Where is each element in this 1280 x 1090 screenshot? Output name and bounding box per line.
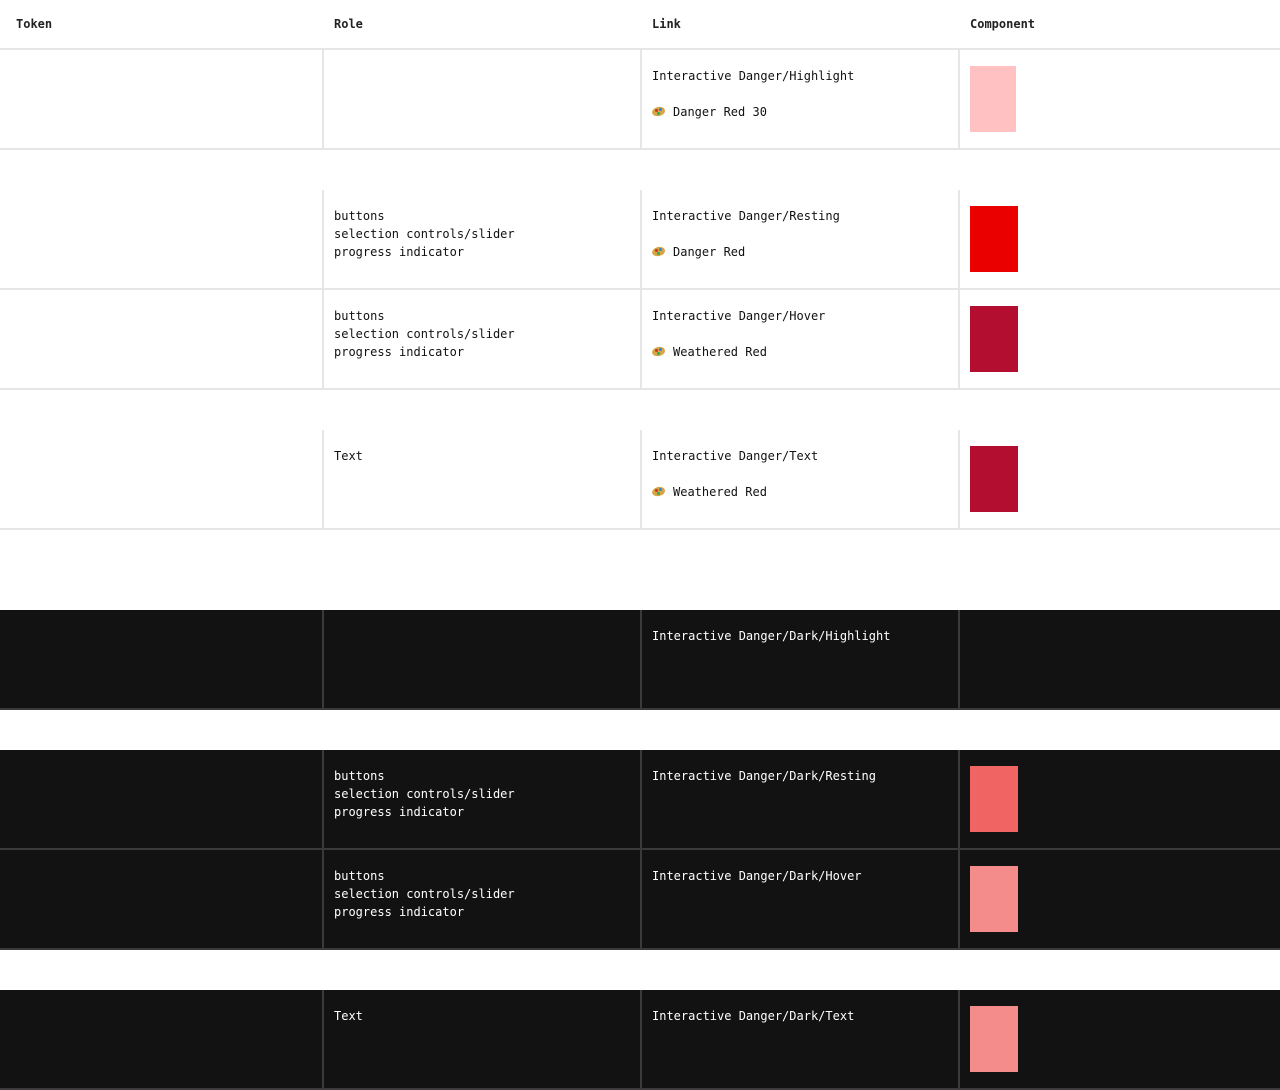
role-cell bbox=[322, 610, 640, 708]
role-text: buttons selection controls/slider progre… bbox=[334, 309, 515, 359]
header-role: Role bbox=[334, 17, 363, 31]
link-token-name: Interactive Danger/Dark/Resting bbox=[652, 769, 876, 783]
component-cell bbox=[958, 610, 1280, 708]
token-cell bbox=[0, 290, 322, 388]
color-swatch bbox=[970, 446, 1018, 512]
header-link: Link bbox=[652, 17, 681, 31]
role-text: Text bbox=[334, 1009, 363, 1023]
palette-icon bbox=[651, 245, 666, 258]
link-cell: Interactive Danger/Dark/Resting bbox=[640, 750, 958, 848]
component-cell bbox=[958, 290, 1280, 388]
link-token-name: Interactive Danger/Dark/Hover bbox=[652, 869, 862, 883]
table-row: Interactive Danger/Dark/Highlight bbox=[0, 610, 1280, 710]
link-token-name: Interactive Danger/Dark/Highlight bbox=[652, 629, 891, 643]
role-cell: buttons selection controls/slider progre… bbox=[322, 190, 640, 288]
link-reference-label: Danger Red bbox=[673, 245, 746, 259]
table-row: buttons selection controls/slider progre… bbox=[0, 750, 1280, 850]
role-cell: buttons selection controls/slider progre… bbox=[322, 850, 640, 948]
link-reference: Danger Red 30 bbox=[651, 103, 767, 121]
link-token-name: Interactive Danger/Text bbox=[652, 449, 819, 463]
header-token: Token bbox=[16, 17, 53, 31]
link-reference-label: Weathered Red bbox=[673, 485, 767, 499]
link-cell: Interactive Danger/Dark/Hover bbox=[640, 850, 958, 948]
role-cell bbox=[322, 50, 640, 148]
table-row: Interactive Danger/Highlight Danger Red … bbox=[0, 50, 1280, 150]
color-swatch bbox=[970, 766, 1018, 832]
token-cell bbox=[0, 990, 322, 1088]
table-row: buttons selection controls/slider progre… bbox=[0, 850, 1280, 950]
link-token-name: Interactive Danger/Hover bbox=[652, 309, 826, 323]
token-cell bbox=[0, 190, 322, 288]
link-reference: Weathered Red bbox=[651, 343, 767, 361]
color-swatch bbox=[970, 866, 1018, 932]
token-cell bbox=[0, 50, 322, 148]
role-text: Text bbox=[334, 449, 363, 463]
role-text: buttons selection controls/slider progre… bbox=[334, 209, 515, 259]
link-reference: Danger Red bbox=[651, 243, 746, 261]
link-reference-label: Danger Red 30 bbox=[673, 105, 767, 119]
token-cell bbox=[0, 430, 322, 528]
token-table: Token Role Link Component Interactive Da… bbox=[0, 0, 1280, 1090]
token-cell bbox=[0, 850, 322, 948]
color-swatch bbox=[970, 1006, 1018, 1072]
link-token-name: Interactive Danger/Highlight bbox=[652, 69, 855, 83]
color-swatch bbox=[970, 206, 1018, 272]
link-cell: Interactive Danger/Dark/Text bbox=[640, 990, 958, 1088]
component-cell bbox=[958, 190, 1280, 288]
link-cell: Interactive Danger/Dark/Highlight bbox=[640, 610, 958, 708]
link-reference: Weathered Red bbox=[651, 483, 767, 501]
table-row: buttons selection controls/slider progre… bbox=[0, 290, 1280, 390]
component-cell bbox=[958, 50, 1280, 148]
table-row: Text Interactive Danger/Dark/Text bbox=[0, 990, 1280, 1090]
component-cell bbox=[958, 850, 1280, 948]
role-text: buttons selection controls/slider progre… bbox=[334, 769, 515, 819]
role-cell: Text bbox=[322, 990, 640, 1088]
link-reference-label: Weathered Red bbox=[673, 345, 767, 359]
table-row: Text Interactive Danger/Text Weathered R… bbox=[0, 430, 1280, 530]
palette-icon bbox=[651, 105, 666, 118]
component-cell bbox=[958, 430, 1280, 528]
palette-icon bbox=[651, 345, 666, 358]
color-swatch bbox=[970, 66, 1016, 132]
link-cell: Interactive Danger/Resting Danger Red bbox=[640, 190, 958, 288]
link-cell: Interactive Danger/Text Weathered Red bbox=[640, 430, 958, 528]
color-swatch bbox=[970, 306, 1018, 372]
table-row: buttons selection controls/slider progre… bbox=[0, 190, 1280, 290]
link-token-name: Interactive Danger/Resting bbox=[652, 209, 840, 223]
token-cell bbox=[0, 750, 322, 848]
token-cell bbox=[0, 610, 322, 708]
component-cell bbox=[958, 990, 1280, 1088]
table-header: Token Role Link Component bbox=[0, 0, 1280, 50]
role-cell: Text bbox=[322, 430, 640, 528]
role-cell: buttons selection controls/slider progre… bbox=[322, 750, 640, 848]
role-text: buttons selection controls/slider progre… bbox=[334, 869, 515, 919]
link-cell: Interactive Danger/Hover Weathered Red bbox=[640, 290, 958, 388]
header-component: Component bbox=[970, 17, 1036, 31]
role-cell: buttons selection controls/slider progre… bbox=[322, 290, 640, 388]
link-cell: Interactive Danger/Highlight Danger Red … bbox=[640, 50, 958, 148]
palette-icon bbox=[651, 485, 666, 498]
link-token-name: Interactive Danger/Dark/Text bbox=[652, 1009, 855, 1023]
component-cell bbox=[958, 750, 1280, 848]
